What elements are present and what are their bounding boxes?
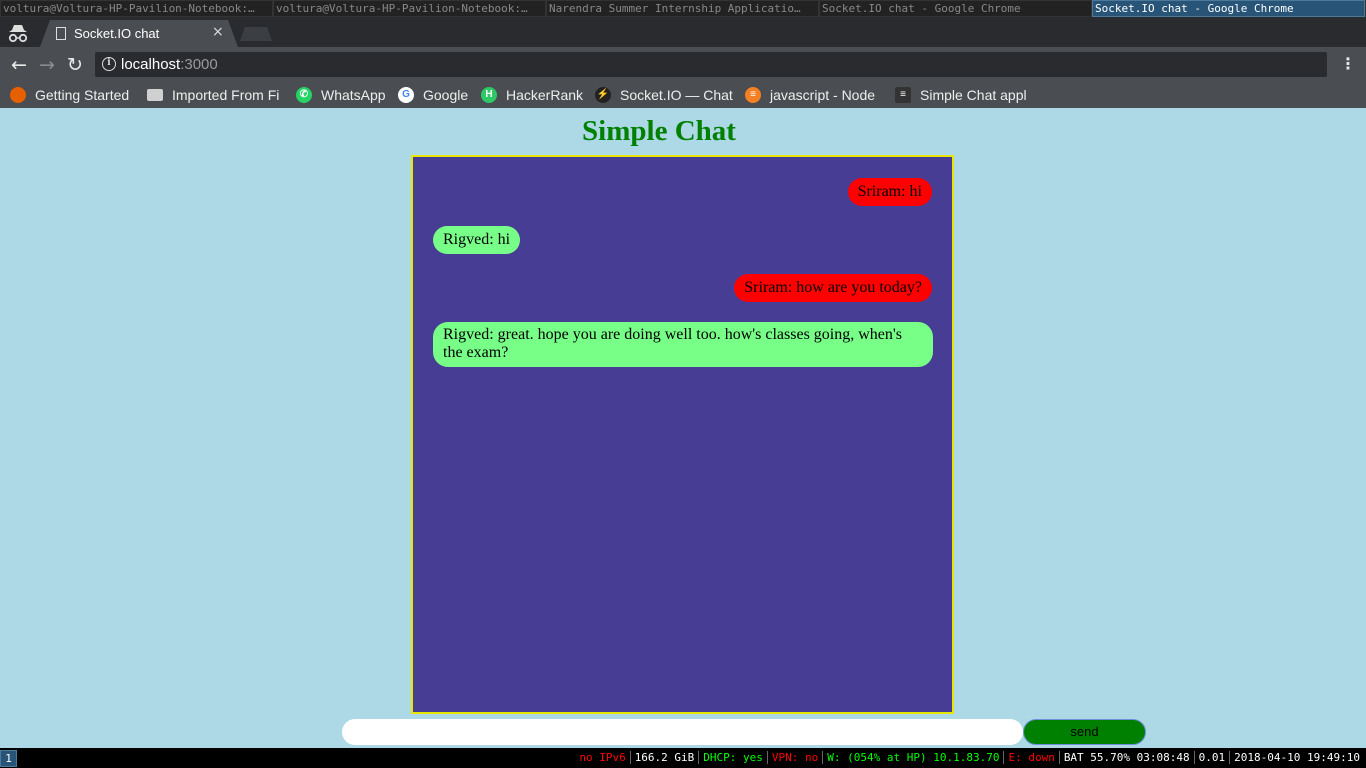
message-sent: Sriram: how are you today? [734,274,932,302]
url-text[interactable]: localhost:3000 [121,56,218,73]
window-tab-internship[interactable]: Narendra Summer Internship Applicatio… [546,0,819,17]
bookmark-label: HackerRank [506,87,584,103]
back-arrow-icon[interactable]: ← [8,54,30,76]
bookmark-item[interactable]: ⚡ Socket.IO — Chat [595,82,735,108]
hackerrank-icon: H [481,87,497,103]
new-tab-button[interactable] [240,27,272,41]
page-content: Simple Chat Sriram: hi Rigved: hi Sriram… [0,108,1366,748]
bookmark-label: javascript - Node [770,87,876,103]
status-item: E: down [1003,751,1059,764]
browser-tab-active[interactable]: Socket.IO chat × [40,20,238,47]
status-item: VPN: no [766,751,823,764]
status-item: 2018-04-10 19:49:10 [1229,751,1364,764]
message-input[interactable] [342,719,1023,745]
status-item: BAT 55.70% 03:08:48 [1058,751,1194,764]
status-items: no IPv6 166.2 GiB DHCP: yes VPN: no W: (054%… [575,748,1364,768]
status-item: W: (054% at HP) 10.1.83.70 [822,751,1004,764]
browser-toolbar: ← → ↻ i localhost:3000 ☆ ⋮ [0,47,1366,82]
app-icon: ≡ [895,87,911,103]
page-title: Simple Chat [582,115,736,147]
status-item: 0.01 [1193,751,1230,764]
bookmark-label: Getting Started [35,87,130,103]
workspace-button[interactable]: 1 [0,750,17,767]
bookmark-item[interactable]: ≡ Simple Chat appl [895,82,1033,108]
window-tab-chrome[interactable]: Socket.IO chat - Google Chrome [819,0,1092,17]
close-tab-icon[interactable]: × [212,24,224,40]
window-tab-terminal-1[interactable]: voltura@Voltura-HP-Pavilion-Notebook:… [0,0,273,17]
bookmark-label: Simple Chat appl [920,87,1027,103]
bookmark-item[interactable]: G Google [398,82,470,108]
address-bar[interactable]: i localhost:3000 ☆ [95,52,1327,77]
messages-list: Sriram: hi Rigved: hi Sriram: how are yo… [411,155,954,714]
window-tab-chrome-active[interactable]: Socket.IO chat - Google Chrome [1092,0,1365,17]
window-title-bar: voltura@Voltura-HP-Pavilion-Notebook:… v… [0,0,1366,17]
google-icon: G [398,87,414,103]
bookmark-item[interactable]: ✆ WhatsApp [296,82,390,108]
status-item: DHCP: yes [698,751,767,764]
bookmark-label: WhatsApp [321,87,386,103]
forward-arrow-icon[interactable]: → [36,54,58,76]
document-icon [56,27,66,40]
incognito-icon [8,25,28,43]
bookmark-label: Socket.IO — Chat [620,87,733,103]
bookmark-item[interactable]: ≡ javascript - Node [745,82,881,108]
stackoverflow-icon: ≡ [745,87,761,103]
menu-kebab-icon[interactable]: ⋮ [1340,54,1356,73]
bookmarks-bar: Getting Started Imported From Fi ✆ WhatsApp… [0,82,1366,108]
message-received: Rigved: hi [433,226,521,254]
whatsapp-icon: ✆ [296,87,312,103]
socketio-icon: ⚡ [595,87,611,103]
bookmark-label: Imported From Fi [172,87,280,103]
browser-tab-strip: Socket.IO chat × [0,17,1366,47]
status-item: no IPv6 [579,751,626,764]
info-icon[interactable]: i [102,57,116,71]
url-host: localhost [121,56,181,73]
message-received: Rigved: great. hope you are doing well t… [433,322,933,367]
url-port: :3000 [180,56,218,73]
firefox-icon [10,87,26,103]
send-button[interactable]: send [1023,719,1146,745]
status-item: 166.2 GiB [629,751,699,764]
reload-icon[interactable]: ↻ [64,54,86,76]
bookmark-item[interactable]: Imported From Fi [147,82,285,108]
folder-icon [147,89,163,101]
bookmark-item[interactable]: Getting Started [10,82,138,108]
bookmark-item[interactable]: H HackerRank [481,82,587,108]
system-status-bar: 1 no IPv6 166.2 GiB DHCP: yes VPN: no W: (05… [0,748,1366,768]
message-sent: Sriram: hi [847,178,932,206]
browser-tab-title: Socket.IO chat [74,26,160,41]
window-tab-terminal-2[interactable]: voltura@Voltura-HP-Pavilion-Notebook:… [273,0,546,17]
bookmark-label: Google [423,87,469,103]
